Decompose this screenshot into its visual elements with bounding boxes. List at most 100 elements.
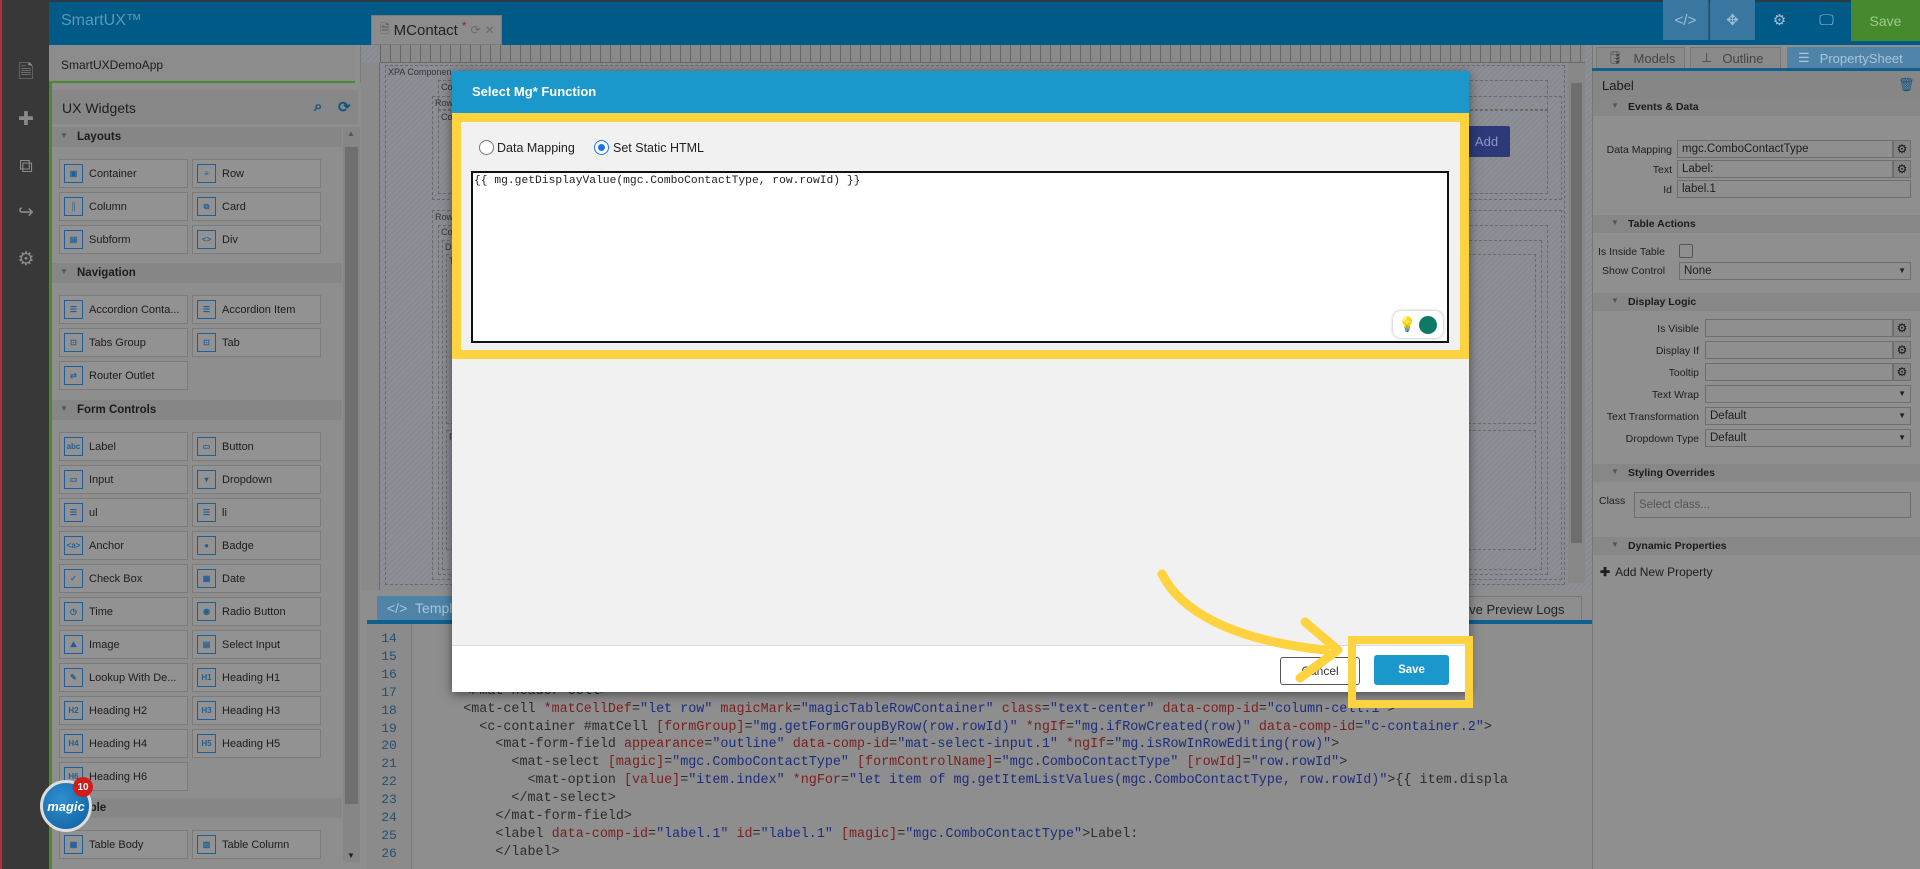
code-line[interactable]: </label> bbox=[415, 844, 559, 862]
tab-property-sheet[interactable]: ☰ PropertySheet bbox=[1787, 47, 1920, 69]
widget-select-input[interactable]: ▤ Select Input bbox=[192, 630, 321, 659]
expand-button[interactable]: ✥ bbox=[1710, 0, 1755, 40]
code-view-button[interactable]: </> bbox=[1663, 0, 1709, 40]
widget-time[interactable]: ◷ Time bbox=[59, 597, 188, 626]
is-inside-table-checkbox[interactable] bbox=[1679, 244, 1693, 258]
section-form-controls[interactable]: Form Controls bbox=[52, 400, 342, 420]
code-line[interactable]: <c-container #matCell [formGroup]="mg.ge… bbox=[415, 719, 1492, 737]
data-mapping-input[interactable]: mgc.ComboContactType bbox=[1677, 140, 1893, 158]
copy-icon[interactable]: ⧉ bbox=[15, 156, 37, 178]
widget-accordion-item[interactable]: ☰ Accordion Item bbox=[192, 295, 321, 324]
section-layouts[interactable]: Layouts bbox=[52, 127, 342, 147]
widget-li[interactable]: ☰ li bbox=[192, 498, 321, 527]
widget-label[interactable]: abc Label bbox=[59, 432, 188, 461]
tab-models[interactable]: 🛢 Models bbox=[1596, 47, 1685, 69]
section-table-actions[interactable]: Table Actions bbox=[1593, 215, 1920, 233]
preview-button[interactable]: 🖵 bbox=[1803, 0, 1850, 40]
widget-dropdown[interactable]: ▾ Dropdown bbox=[192, 465, 321, 494]
gear-icon[interactable]: ⚙ bbox=[1893, 160, 1911, 178]
settings-button[interactable]: ⚙ bbox=[1756, 0, 1803, 40]
add-property-button[interactable]: ✚ Add New Property bbox=[1600, 565, 1712, 579]
close-icon[interactable]: ✕ bbox=[485, 23, 495, 37]
search-icon[interactable]: ⌕ bbox=[314, 98, 322, 115]
widget-radio-button[interactable]: ◉ Radio Button bbox=[192, 597, 321, 626]
gear-icon[interactable]: ⚙ bbox=[1893, 341, 1911, 359]
code-line[interactable]: <mat-option [value]="item.index" *ngFor=… bbox=[415, 772, 1507, 790]
refresh-icon[interactable]: ⟳ bbox=[471, 23, 481, 37]
widget-heading-h3[interactable]: H3 Heading H3 bbox=[192, 696, 321, 725]
gear-icon[interactable]: ⚙ bbox=[1893, 319, 1911, 337]
section-dynamic-properties[interactable]: Dynamic Properties bbox=[1593, 537, 1920, 555]
text-wrap-select[interactable]: ▼ bbox=[1705, 385, 1911, 403]
id-input[interactable]: label.1 bbox=[1677, 180, 1911, 198]
widget-heading-h1[interactable]: H1 Heading H1 bbox=[192, 663, 321, 692]
save-button[interactable]: Save bbox=[1851, 0, 1920, 41]
show-control-select[interactable]: None ▼ bbox=[1679, 262, 1911, 280]
share-icon[interactable]: ↪ bbox=[15, 202, 37, 224]
widgets-scrollbar[interactable]: ▲ ▼ bbox=[343, 127, 360, 862]
code-line[interactable]: </mat-select> bbox=[415, 790, 615, 808]
widget-row[interactable]: ≡ Row bbox=[192, 159, 321, 188]
text-transformation-select[interactable]: Default ▼ bbox=[1705, 407, 1911, 425]
trash-icon[interactable]: 🗑 bbox=[1898, 77, 1915, 93]
widget-heading-h4[interactable]: H4 Heading H4 bbox=[59, 729, 188, 758]
tooltip-input[interactable] bbox=[1705, 363, 1893, 381]
gear-icon[interactable]: ⚙ bbox=[15, 249, 37, 271]
widget-lookup-with-de[interactable]: ✎ Lookup With De... bbox=[59, 663, 188, 692]
gear-icon[interactable]: ⚙ bbox=[1893, 363, 1911, 381]
scroll-down-icon[interactable]: ▼ bbox=[347, 851, 355, 860]
radio-label[interactable]: Data Mapping bbox=[497, 141, 575, 155]
tab-outline[interactable]: ⊥ Outline bbox=[1690, 47, 1781, 69]
section-table[interactable]: Table bbox=[52, 798, 342, 818]
widget-image[interactable]: ⛰ Image bbox=[59, 630, 188, 659]
code-line[interactable]: <mat-form-field appearance="outline" dat… bbox=[415, 736, 1339, 754]
section-navigation[interactable]: Navigation bbox=[52, 263, 342, 283]
code-line[interactable]: </mat-form-field> bbox=[415, 808, 632, 826]
widget-subform[interactable]: ▤ Subform bbox=[59, 225, 188, 254]
class-input[interactable]: Select class... bbox=[1634, 492, 1911, 518]
widget-badge[interactable]: ● Badge bbox=[192, 531, 321, 560]
widget-anchor[interactable]: <a> Anchor bbox=[59, 531, 188, 560]
document-icon[interactable]: 🗎 bbox=[15, 62, 37, 84]
widget-ul[interactable]: ☰ ul bbox=[59, 498, 188, 527]
assistant-widget[interactable]: 💡 bbox=[1393, 311, 1443, 338]
widget-container[interactable]: ▣ Container bbox=[59, 159, 188, 188]
widget-tab[interactable]: ⊡ Tab bbox=[192, 328, 321, 357]
static-html-textarea[interactable]: {{ mg.getDisplayValue(mgc.ComboContactTy… bbox=[471, 171, 1449, 343]
section-styling-overrides[interactable]: Styling Overrides bbox=[1593, 464, 1920, 482]
code-line[interactable]: <mat-cell *matCellDef="let row" magicMar… bbox=[415, 701, 1395, 719]
radio-set-static-html[interactable] bbox=[594, 140, 609, 155]
widget-heading-h2[interactable]: H2 Heading H2 bbox=[59, 696, 188, 725]
widget-table-column[interactable]: ▥ Table Column bbox=[192, 830, 321, 859]
widget-router-outlet[interactable]: ⇄ Router Outlet bbox=[59, 361, 188, 390]
widget-heading-h5[interactable]: H5 Heading H5 bbox=[192, 729, 321, 758]
canvas-scrollbar[interactable] bbox=[1568, 63, 1585, 583]
puzzle-icon[interactable]: ✚ bbox=[15, 109, 37, 131]
code-line[interactable]: <mat-select [magic]="mgc.ComboContactTyp… bbox=[415, 754, 1347, 772]
section-display-logic[interactable]: Display Logic bbox=[1593, 293, 1920, 311]
widget-date[interactable]: ▦ Date bbox=[192, 564, 321, 593]
radio-data-mapping[interactable] bbox=[479, 140, 494, 155]
code-line[interactable]: <label data-comp-id="label.1" id="label.… bbox=[415, 826, 1138, 844]
widget-card[interactable]: ⧉ Card bbox=[192, 192, 321, 221]
refresh-icon[interactable]: ⟳ bbox=[338, 98, 351, 116]
widget-column[interactable]: ║ Column bbox=[59, 192, 188, 221]
widget-button[interactable]: ▭ Button bbox=[192, 432, 321, 461]
widget-accordion-conta[interactable]: ☰ Accordion Conta... bbox=[59, 295, 188, 324]
dropdown-type-select[interactable]: Default ▼ bbox=[1705, 429, 1911, 447]
widget-input[interactable]: ▭ Input bbox=[59, 465, 188, 494]
widget-table-body[interactable]: ▦ Table Body bbox=[59, 830, 188, 859]
text-input[interactable]: Label: bbox=[1677, 160, 1893, 178]
tab-mcontact[interactable]: 🗎 MContact * ⟳ ✕ bbox=[371, 15, 502, 45]
is-visible-input[interactable] bbox=[1705, 319, 1893, 337]
scroll-up-icon[interactable]: ▲ bbox=[347, 129, 355, 138]
widget-tabs-group[interactable]: ⊡ Tabs Group bbox=[59, 328, 188, 357]
tab-live-preview-logs[interactable]: Live Preview Logs bbox=[1452, 596, 1582, 621]
display-if-input[interactable] bbox=[1705, 341, 1893, 359]
widget-check-box[interactable]: ✓ Check Box bbox=[59, 564, 188, 593]
widget-div[interactable]: <> Div bbox=[192, 225, 321, 254]
add-button[interactable]: Add bbox=[1463, 126, 1510, 157]
radio-label[interactable]: Set Static HTML bbox=[613, 141, 704, 155]
section-events-data[interactable]: Events & Data bbox=[1593, 98, 1920, 116]
gear-icon[interactable]: ⚙ bbox=[1893, 140, 1911, 158]
